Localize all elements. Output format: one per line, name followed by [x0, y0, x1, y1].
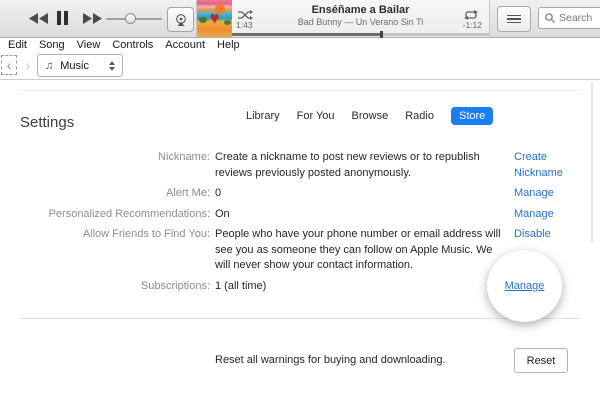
setting-action-link[interactable]: Manage [514, 186, 586, 202]
lcd-display: ♥ 1:43 Enséñame a Bailar Bad Bunny — Un … [196, 0, 490, 38]
media-picker-dropdown[interactable]: ♫ Music [37, 54, 123, 77]
setting-value: Create a nickname to post new reviews or… [215, 151, 480, 179]
heart-icon: ♥ [209, 10, 220, 27]
setting-action-link[interactable]: Create Nickname [514, 150, 586, 181]
highlight-circle: Manage [487, 250, 562, 322]
tab-for-you[interactable]: For You [297, 110, 335, 122]
setting-label: Nickname: [158, 151, 210, 163]
airplay-icon [175, 13, 186, 26]
chevron-left-icon: ‹ [6, 57, 12, 73]
itunes-window: ♥ 1:43 Enséñame a Bailar Bad Bunny — Un … [0, 0, 600, 400]
setting-label: Alert Me: [165, 187, 210, 199]
list-icon [507, 14, 521, 17]
section-divider [20, 318, 580, 319]
menu-item-song[interactable]: Song [33, 39, 71, 51]
pause-icon [57, 11, 61, 25]
volume-slider[interactable] [106, 12, 162, 25]
track-artist-album: Bad Bunny — Un Verano Sin Ti [297, 17, 424, 27]
pause-button[interactable] [57, 11, 68, 25]
tab-radio[interactable]: Radio [405, 110, 434, 122]
rewind-button[interactable] [29, 13, 48, 24]
setting-value: On [215, 207, 230, 220]
back-button[interactable]: ‹ [1, 55, 17, 75]
track-title: Enséñame a Bailar [311, 4, 410, 16]
reset-button[interactable]: Reset [514, 348, 568, 373]
setting-label: Allow Friends to Find You: [82, 228, 210, 240]
manage-subscriptions-link[interactable]: Manage [505, 280, 545, 292]
setting-value: People who have your phone number or ema… [215, 228, 501, 271]
remaining-time: -1:12 [462, 20, 482, 30]
volume-knob[interactable] [125, 13, 136, 24]
progress-played [232, 33, 382, 36]
setting-action-link[interactable]: Manage [514, 207, 586, 223]
menu-item-account[interactable]: Account [159, 39, 211, 51]
media-picker-label: Music [60, 59, 89, 72]
fast-forward-button[interactable] [83, 13, 102, 24]
up-next-button[interactable] [497, 6, 531, 32]
setting-value: 0 [215, 187, 222, 199]
chevron-right-icon: › [25, 57, 31, 73]
search-input[interactable]: Search [538, 7, 600, 29]
header-divider [18, 90, 582, 91]
rewind-icon [29, 13, 48, 24]
nav-bar: ‹ › ♫ Music Library For You Browse Radio Sto… [0, 51, 600, 125]
settings-row: Personalized Recommendations: On Manage [20, 207, 586, 223]
setting-value: 1 (all time) [215, 279, 267, 292]
stepper-chevrons-icon [109, 60, 115, 71]
setting-label: Subscriptions: [140, 279, 210, 292]
menu-item-help[interactable]: Help [211, 39, 246, 51]
search-placeholder: Search [559, 12, 593, 24]
player-toolbar: ♥ 1:43 Enséñame a Bailar Bad Bunny — Un … [0, 0, 600, 38]
settings-row: Alert Me: 0 Manage [20, 186, 586, 202]
menu-item-view[interactable]: View [71, 39, 107, 51]
progress-knob[interactable] [380, 31, 384, 38]
reset-warnings-text: Reset all warnings for buying and downlo… [215, 354, 446, 366]
scrollbar-thumb[interactable] [591, 82, 593, 242]
track-progress-bar[interactable] [232, 31, 489, 38]
settings-row: Nickname: Create a nickname to post new … [20, 150, 586, 181]
menu-bar: Edit Song View Controls Account Help [0, 38, 600, 51]
tab-browse[interactable]: Browse [352, 110, 389, 122]
page-title: Settings [20, 114, 75, 131]
fast-forward-icon [83, 13, 102, 24]
menu-item-edit[interactable]: Edit [2, 39, 33, 51]
now-playing-info: Enséñame a Bailar Bad Bunny — Un Verano … [232, 4, 489, 28]
forward-button[interactable]: › [20, 55, 36, 75]
music-note-icon: ♫ [45, 59, 54, 72]
nav-tabs: Library For You Browse Radio Store [246, 102, 494, 130]
tab-store[interactable]: Store [450, 107, 494, 125]
tab-library[interactable]: Library [246, 110, 280, 122]
album-art: ♥ [197, 0, 232, 37]
airplay-button[interactable] [167, 7, 194, 32]
menu-item-controls[interactable]: Controls [106, 39, 159, 51]
search-icon [545, 13, 555, 23]
setting-label: Personalized Recommendations: [48, 207, 210, 220]
